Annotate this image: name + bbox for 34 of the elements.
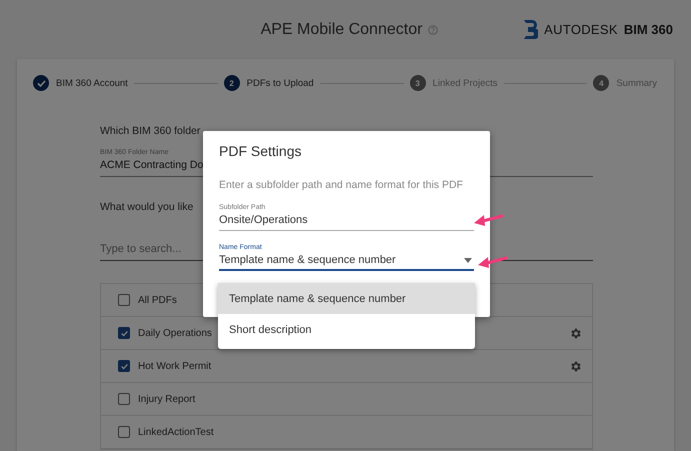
checkbox[interactable] [118, 294, 130, 306]
pdf-name: LinkedActionTest [138, 426, 214, 438]
pdf-name: All PDFs [138, 294, 177, 306]
subfolder-field[interactable]: Onsite/Operations [219, 211, 474, 231]
checkbox[interactable] [118, 393, 130, 405]
gear-icon[interactable] [569, 360, 582, 372]
step-number: 2 [224, 75, 240, 91]
checkbox[interactable] [118, 327, 130, 339]
step-number: 3 [410, 75, 426, 91]
checkbox[interactable] [118, 360, 130, 372]
caret-icon [464, 258, 472, 262]
gear-icon[interactable] [569, 326, 582, 340]
dialog-description: Enter a subfolder path and name format for this PDF [219, 179, 464, 191]
pdf-name: Hot Work Permit [138, 360, 212, 372]
product-name: BIM 360 [624, 22, 673, 37]
pdf-name: Daily Operations [138, 328, 212, 338]
menu-item[interactable]: Template name & sequence number [218, 283, 475, 314]
check-icon [120, 328, 128, 338]
step-label[interactable]: BIM 360 Account [56, 78, 128, 88]
name-format-select[interactable]: Template name & sequence number [219, 251, 474, 271]
check-icon [120, 362, 128, 370]
annotation-arrow [473, 213, 503, 227]
brand-name: AUTODESK [544, 22, 618, 37]
app-title: APE Mobile Connector [260, 20, 422, 38]
annotation-arrow [477, 255, 507, 269]
step-number: 4 [593, 75, 610, 91]
checkbox[interactable] [118, 426, 130, 438]
question-text: Which BIM 360 folder [100, 125, 200, 137]
step-label[interactable]: PDFs to Upload [246, 78, 314, 88]
dialog-title: PDF Settings [219, 143, 302, 159]
logo-icon [524, 20, 538, 39]
menu-item[interactable]: Short description [218, 314, 475, 345]
pdf-name: Injury Report [138, 394, 196, 404]
question-text: What would you like [100, 201, 194, 213]
